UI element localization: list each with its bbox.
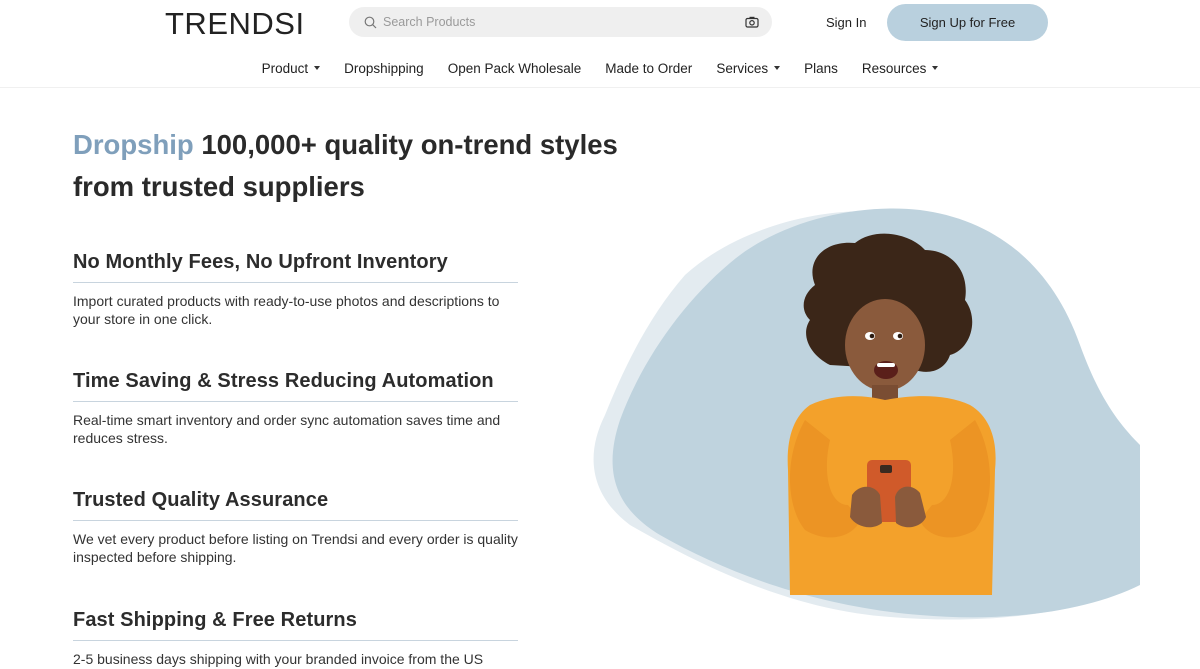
feature-no-fees: No Monthly Fees, No Upfront Inventory Im… [73, 251, 518, 328]
main-nav: Product Dropshipping Open Pack Wholesale… [0, 58, 1200, 78]
hero-title-accent: Dropship [73, 129, 194, 160]
nav-label: Services [716, 60, 769, 76]
nav-product[interactable]: Product [250, 58, 333, 78]
feature-shipping: Fast Shipping & Free Returns 2-5 busines… [73, 609, 518, 668]
feature-title: Fast Shipping & Free Returns [73, 609, 518, 641]
nav-made-to-order[interactable]: Made to Order [593, 58, 704, 78]
feature-text: 2-5 business days shipping with your bra… [73, 651, 484, 667]
nav-label: Plans [804, 60, 838, 76]
sign-up-button[interactable]: Sign Up for Free [887, 4, 1048, 41]
feature-quality: Trusted Quality Assurance We vet every p… [73, 489, 518, 566]
nav-resources[interactable]: Resources [850, 58, 951, 78]
feature-automation: Time Saving & Stress Reducing Automation… [73, 370, 518, 447]
nav-open-pack-wholesale[interactable]: Open Pack Wholesale [436, 58, 594, 78]
nav-services[interactable]: Services [704, 58, 792, 78]
caret-down-icon [314, 66, 321, 70]
feature-text: We vet every product before listing on T… [73, 531, 518, 565]
sign-in-link[interactable]: Sign In [826, 15, 866, 30]
caret-down-icon [774, 66, 781, 70]
caret-down-icon [932, 66, 939, 70]
nav-label: Open Pack Wholesale [447, 60, 582, 76]
hero-illustration [590, 205, 1150, 625]
nav-label: Product [261, 60, 309, 76]
search-icon [363, 15, 377, 29]
nav-label: Made to Order [605, 60, 693, 76]
feature-title: Time Saving & Stress Reducing Automation [73, 370, 518, 402]
nav-label: Dropshipping [344, 60, 424, 76]
logo[interactable]: TRENDSI [165, 6, 305, 42]
feature-title: Trusted Quality Assurance [73, 489, 518, 521]
search-input[interactable] [383, 15, 744, 29]
search-bar[interactable] [349, 7, 772, 37]
feature-text: Real-time smart inventory and order sync… [73, 412, 501, 446]
header-divider [0, 87, 1200, 88]
feature-text: Import curated products with ready-to-us… [73, 293, 500, 327]
nav-dropshipping[interactable]: Dropshipping [332, 58, 436, 78]
feature-title: No Monthly Fees, No Upfront Inventory [73, 251, 518, 283]
hero-title: Dropship 100,000+ quality on-trend style… [73, 124, 673, 208]
nav-label: Resources [861, 60, 927, 76]
camera-icon[interactable] [744, 14, 760, 30]
nav-plans[interactable]: Plans [792, 58, 850, 78]
